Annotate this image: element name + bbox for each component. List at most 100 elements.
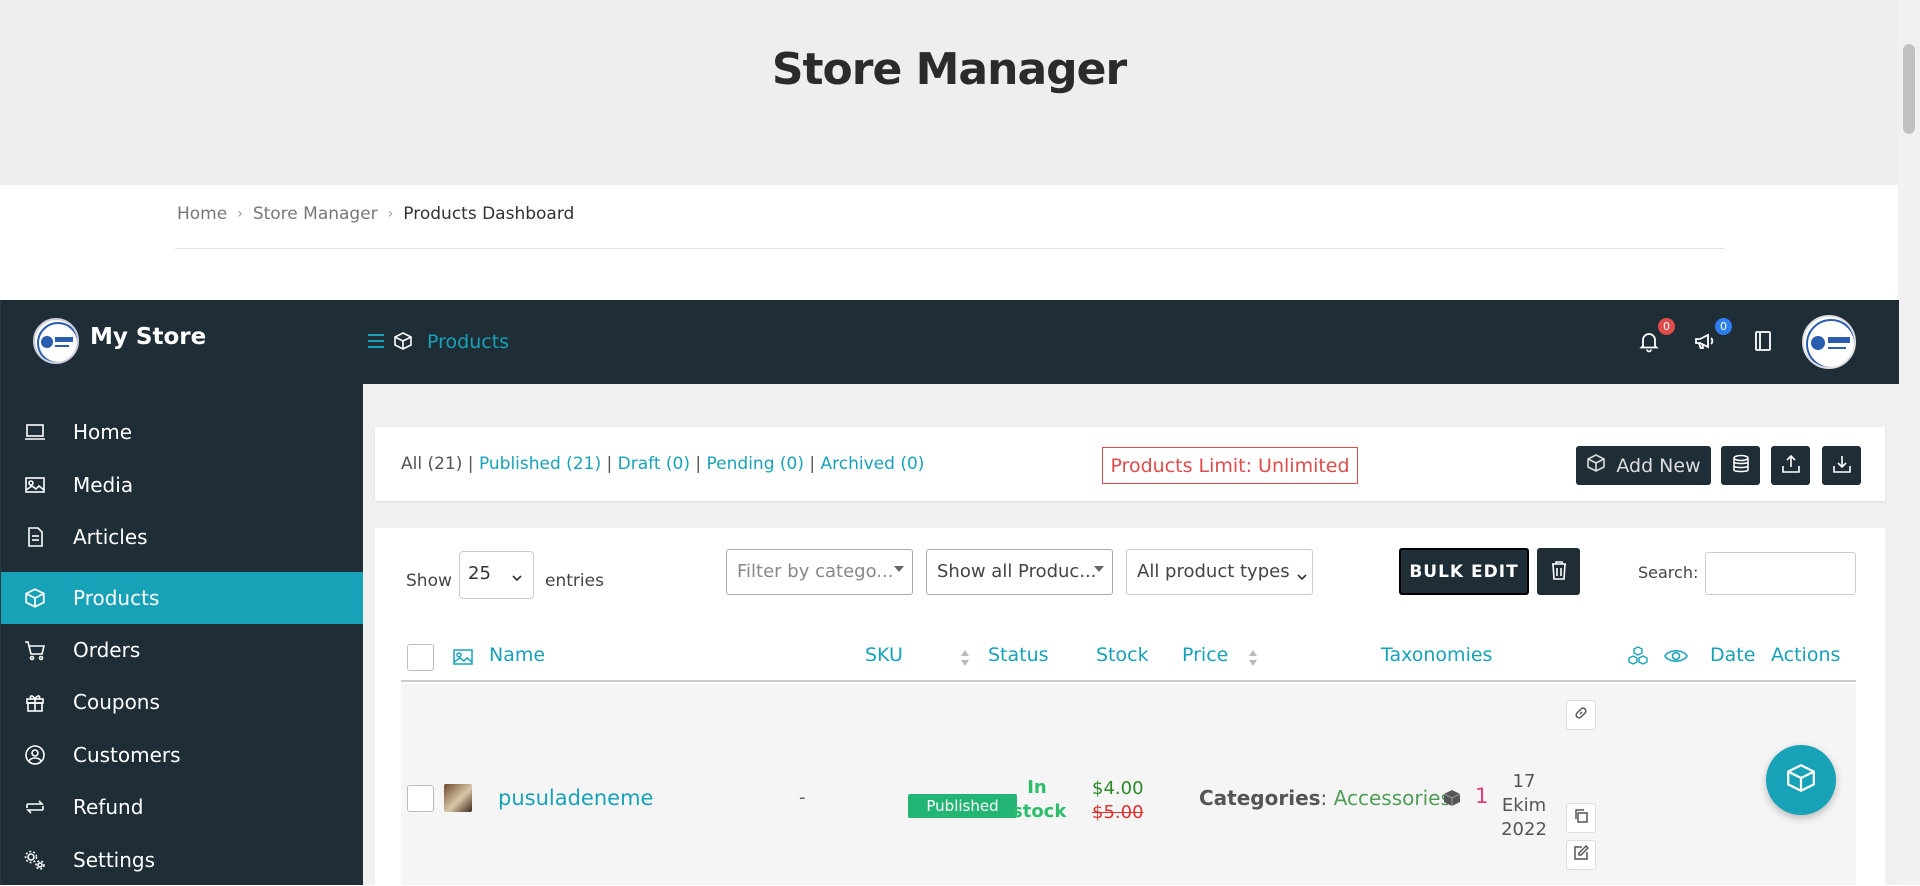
- document-icon: [23, 525, 47, 549]
- column-name[interactable]: Name: [489, 644, 545, 666]
- page-length-select[interactable]: 25: [459, 551, 534, 599]
- sidebar-item-label: Customers: [73, 743, 181, 767]
- sidebar-item-home[interactable]: Home: [1, 406, 363, 458]
- row-checkbox[interactable]: [407, 785, 434, 812]
- product-name-link[interactable]: pusuladeneme: [498, 786, 653, 810]
- add-new-label: Add New: [1616, 454, 1701, 477]
- duplicate-product-button[interactable]: [1566, 803, 1596, 833]
- product-date: 17 Ekim 2022: [1491, 770, 1557, 842]
- sidebar: Home Media Articles Products Orders Coup…: [1, 384, 363, 885]
- taxonomy-link[interactable]: Accessories: [1334, 786, 1451, 810]
- menu-icon[interactable]: [367, 332, 385, 350]
- column-date[interactable]: Date: [1710, 644, 1755, 666]
- date-day: 17: [1512, 771, 1536, 792]
- cube-icon: [1785, 762, 1817, 798]
- breadcrumb-divider: [175, 248, 1725, 249]
- product-thumbnail[interactable]: [444, 784, 472, 812]
- sale-price: $4.00: [1092, 778, 1144, 799]
- show-label: Show: [406, 571, 452, 591]
- sidebar-item-label: Home: [73, 420, 133, 444]
- breadcrumb-separator-icon: ›: [237, 206, 243, 222]
- filter-separator: |: [606, 454, 613, 474]
- page-length-value: 25: [468, 563, 491, 584]
- sidebar-item-coupons[interactable]: Coupons: [1, 676, 363, 728]
- link-icon: [1573, 705, 1589, 725]
- image-icon: [23, 473, 47, 497]
- laptop-icon: [23, 420, 47, 444]
- stock-status: In stock: [1012, 776, 1067, 824]
- page-scrollbar[interactable]: [1898, 0, 1920, 885]
- breadcrumb-home[interactable]: Home: [177, 204, 227, 224]
- product-sku: -: [799, 787, 806, 808]
- bulk-edit-button[interactable]: BULK EDIT: [1399, 548, 1529, 595]
- copy-icon: [1573, 808, 1589, 828]
- taxonomy-label: Categories: [1199, 786, 1321, 810]
- notifications-badge: 0: [1658, 318, 1675, 335]
- sort-icon[interactable]: [1249, 650, 1257, 666]
- product-type-value: All product types: [1137, 561, 1290, 582]
- table-row[interactable]: pusuladeneme - Published In stock $4.00 …: [401, 684, 1856, 885]
- export-button[interactable]: [1822, 446, 1861, 485]
- import-button[interactable]: [1771, 446, 1810, 485]
- scrollbar-thumb[interactable]: [1903, 44, 1915, 134]
- products-limit-badge: Products Limit: Unlimited: [1102, 447, 1358, 484]
- sidebar-item-customers[interactable]: Customers: [1, 729, 363, 781]
- filter-published[interactable]: Published (21): [479, 454, 601, 474]
- sidebar-item-settings[interactable]: Settings: [1, 834, 363, 886]
- sort-icon[interactable]: [961, 650, 969, 666]
- eye-icon[interactable]: [1664, 647, 1688, 669]
- floating-product-button[interactable]: [1766, 745, 1836, 815]
- regular-price: $5.00: [1092, 802, 1144, 823]
- database-button[interactable]: [1721, 446, 1760, 485]
- stock-line: stock: [1012, 801, 1067, 822]
- filter-separator: |: [809, 454, 816, 474]
- select-all-checkbox[interactable]: [407, 644, 434, 671]
- announcements-badge: 0: [1715, 318, 1732, 335]
- sidebar-item-orders[interactable]: Orders: [1, 624, 363, 676]
- filter-archived[interactable]: Archived (0): [821, 454, 925, 474]
- bell-icon[interactable]: [1637, 329, 1661, 353]
- column-sku[interactable]: SKU: [865, 644, 903, 666]
- cube-icon: [23, 586, 47, 610]
- sidebar-item-label: Media: [73, 473, 134, 497]
- store-logo[interactable]: [33, 318, 79, 364]
- add-new-button[interactable]: Add New: [1576, 446, 1711, 485]
- sidebar-item-refund[interactable]: Refund: [1, 781, 363, 833]
- trash-icon: [1550, 560, 1568, 584]
- sidebar-item-products[interactable]: Products: [1, 572, 363, 624]
- store-manager-app: My Store Products 0 0 Home Media Article…: [0, 300, 1899, 885]
- date-year: 2022: [1501, 819, 1547, 840]
- breadcrumb-store-manager[interactable]: Store Manager: [253, 204, 378, 224]
- filter-all[interactable]: All (21): [401, 454, 462, 474]
- gears-icon: [23, 848, 47, 872]
- filter-pending[interactable]: Pending (0): [707, 454, 804, 474]
- app-header: My Store Products 0 0: [1, 300, 1899, 384]
- megaphone-icon[interactable]: [1693, 329, 1717, 353]
- dropdown-arrow-icon: [894, 566, 904, 572]
- refund-icon: [23, 795, 47, 819]
- cart-icon: [23, 638, 47, 662]
- bulk-delete-button[interactable]: [1537, 548, 1580, 595]
- user-avatar[interactable]: [1802, 315, 1856, 369]
- sidebar-item-media[interactable]: Media: [1, 459, 363, 511]
- main-content: All (21) | Published (21) | Draft (0) | …: [363, 384, 1899, 885]
- filter-draft[interactable]: Draft (0): [618, 454, 690, 474]
- product-taxonomies: Categories: Accessories: [1199, 786, 1451, 810]
- category-filter-select[interactable]: Filter by catego...: [726, 549, 913, 595]
- column-price[interactable]: Price: [1182, 644, 1228, 666]
- stock-line: In: [1027, 777, 1047, 798]
- sidebar-item-articles[interactable]: Articles: [1, 511, 363, 563]
- product-type-select[interactable]: All product types: [1126, 549, 1313, 595]
- taxonomy-colon: :: [1320, 786, 1328, 810]
- simple-product-icon: [1442, 788, 1462, 808]
- breadcrumb-separator-icon: ›: [387, 206, 394, 222]
- product-filter-select[interactable]: Show all Produc...: [926, 549, 1113, 595]
- search-input[interactable]: [1705, 552, 1856, 595]
- column-actions: Actions: [1771, 644, 1841, 666]
- store-name[interactable]: My Store: [90, 324, 206, 350]
- edit-product-button[interactable]: [1566, 840, 1596, 870]
- download-icon: [1832, 454, 1852, 478]
- book-icon[interactable]: [1751, 329, 1775, 353]
- view-product-button[interactable]: [1566, 700, 1596, 730]
- sidebar-item-label: Settings: [73, 848, 156, 872]
